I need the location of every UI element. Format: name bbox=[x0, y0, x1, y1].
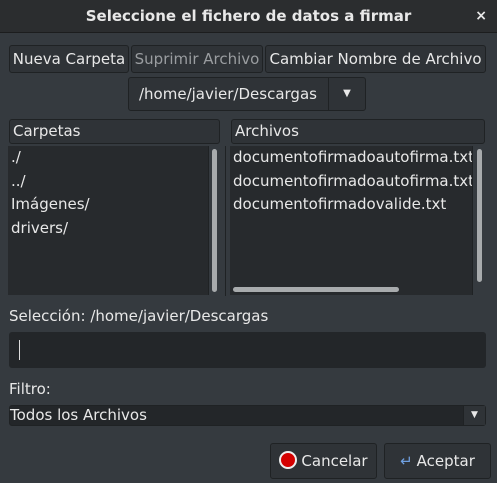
stop-icon bbox=[279, 451, 298, 469]
chevron-down-icon[interactable]: ▼ bbox=[328, 78, 365, 110]
list-item[interactable]: ../ bbox=[8, 170, 208, 194]
rename-file-button[interactable]: Cambiar Nombre de Archivo bbox=[265, 45, 486, 73]
chevron-down-icon[interactable]: ▼ bbox=[463, 406, 485, 425]
list-item[interactable]: documentofirmadovalide.txt bbox=[230, 193, 472, 217]
files-hscrollbar[interactable] bbox=[233, 287, 399, 292]
close-icon[interactable]: × bbox=[475, 0, 487, 32]
list-item[interactable]: ./ bbox=[8, 146, 208, 170]
folders-header: Carpetas bbox=[9, 119, 220, 144]
filter-select[interactable]: Todos los Archivos ▼ bbox=[9, 405, 486, 426]
divider bbox=[225, 146, 226, 296]
folders-scrollbar[interactable] bbox=[212, 149, 217, 292]
cancel-button[interactable]: Cancelar bbox=[270, 443, 377, 479]
files-vscrollbar[interactable] bbox=[477, 149, 482, 282]
window-title: Seleccione el fichero de datos a firmar bbox=[85, 7, 412, 25]
files-list[interactable]: documentofirmadoautofirma.txt documentof… bbox=[230, 146, 473, 295]
list-item[interactable]: documentofirmadoautofirma.txt bbox=[230, 170, 472, 194]
ok-button[interactable]: ↵ Aceptar bbox=[384, 443, 491, 479]
selection-label: Selección: /home/javier/Descargas bbox=[9, 307, 269, 325]
filter-label: Filtro: bbox=[9, 380, 51, 398]
text-cursor bbox=[19, 340, 20, 360]
list-item[interactable]: documentofirmadoautofirma.txt bbox=[230, 146, 472, 170]
delete-file-button[interactable]: Suprimir Archivo bbox=[131, 45, 263, 73]
files-header: Archivos bbox=[231, 119, 485, 144]
list-item[interactable]: drivers/ bbox=[8, 217, 208, 241]
path-combo[interactable]: /home/javier/Descargas ▼ bbox=[128, 77, 366, 111]
list-item[interactable]: Imágenes/ bbox=[8, 193, 208, 217]
new-folder-button[interactable]: Nueva Carpeta bbox=[9, 45, 129, 73]
selection-input[interactable] bbox=[9, 332, 486, 368]
enter-arrow-icon: ↵ bbox=[400, 452, 413, 470]
path-value: /home/javier/Descargas bbox=[139, 85, 317, 103]
filter-value: Todos los Archivos bbox=[10, 406, 147, 424]
folders-list[interactable]: ./ ../ Imágenes/ drivers/ bbox=[8, 146, 209, 295]
title-bar: Seleccione el fichero de datos a firmar bbox=[0, 0, 497, 33]
